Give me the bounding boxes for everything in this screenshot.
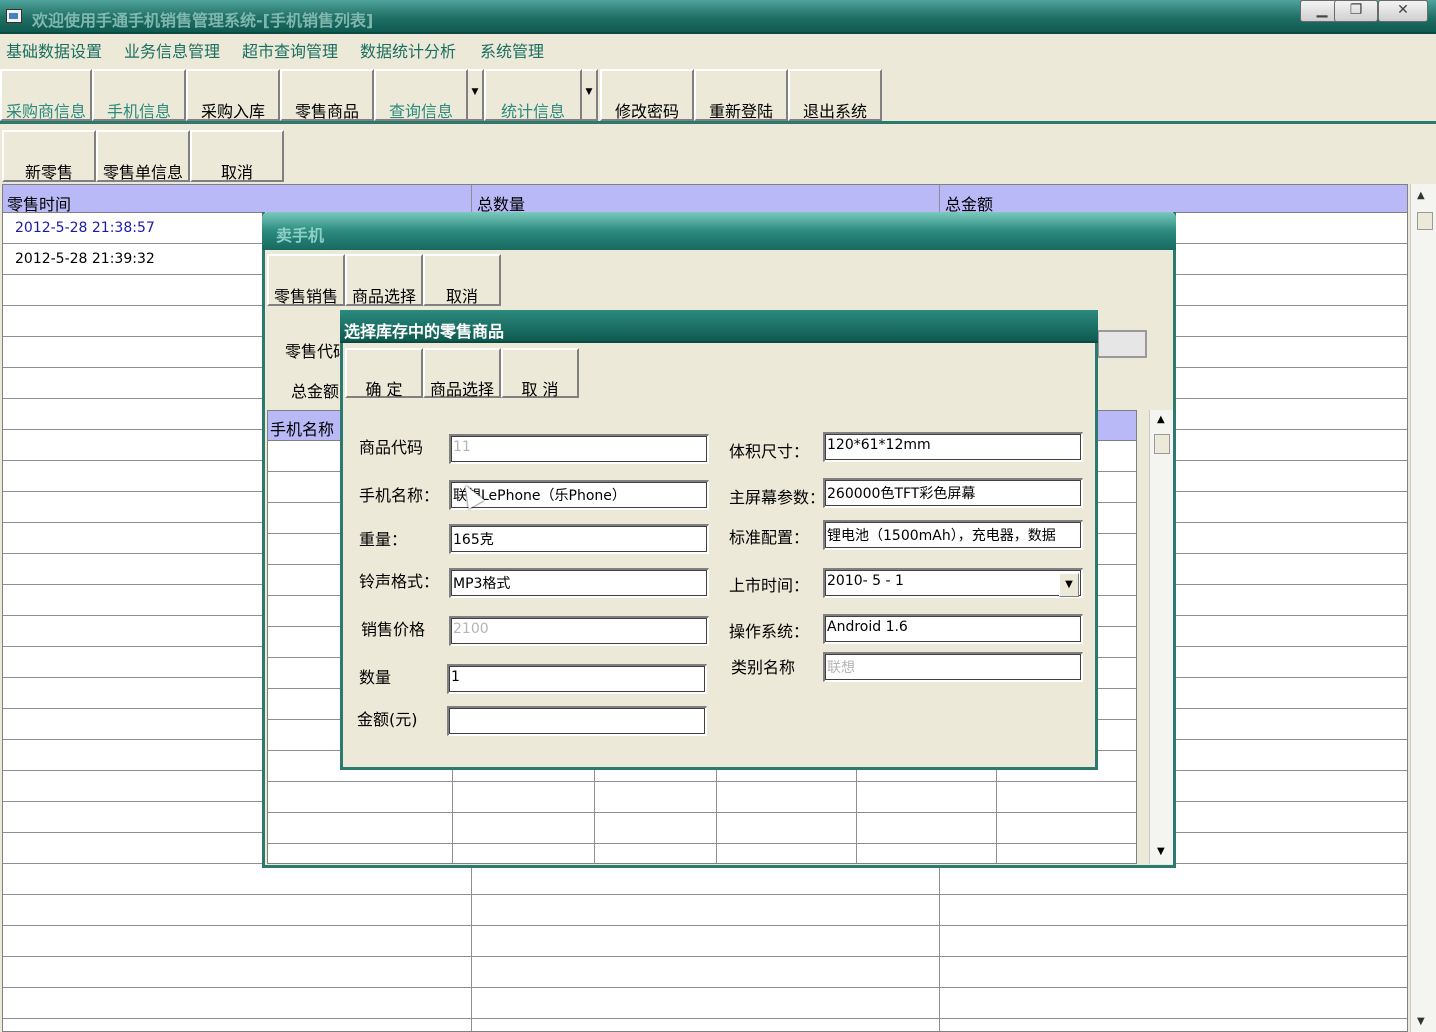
config-label: 标准配置：: [729, 528, 810, 547]
menu-statistics[interactable]: 数据统计分析: [360, 38, 456, 62]
title-bar: 欢迎使用手通手机销售管理系统-[手机销售列表] ▁ ❐ ✕: [0, 0, 1436, 34]
table-row[interactable]: [3, 957, 1407, 988]
close-icon[interactable]: ✕: [1378, 0, 1428, 22]
app-icon: [6, 9, 22, 23]
sell-grid-scrollbar[interactable]: ▲ ▼: [1149, 410, 1173, 864]
scroll-thumb[interactable]: [1417, 212, 1433, 230]
menu-business-info[interactable]: 业务信息管理: [124, 38, 220, 62]
relogin-button[interactable]: 重新登陆: [694, 69, 788, 121]
chevron-down-icon[interactable]: ▼: [1059, 573, 1079, 597]
menu-bar: 基础数据设置 业务信息管理 超市查询管理 数据统计分析 系统管理: [0, 34, 1436, 62]
launch-label: 上市时间：: [729, 576, 810, 595]
product-select-button[interactable]: 商品选择: [345, 254, 423, 306]
restore-icon[interactable]: ❐: [1334, 0, 1378, 22]
sell-window-titlebar: 卖手机: [262, 212, 1176, 250]
window-title: 欢迎使用手通手机销售管理系统-[手机销售列表]: [32, 11, 374, 30]
category-field[interactable]: 联想: [823, 652, 1083, 682]
exit-button[interactable]: 退出系统: [788, 69, 882, 121]
price-field[interactable]: 2100: [449, 616, 709, 646]
os-label: 操作系统：: [729, 622, 810, 641]
category-label: 类别名称: [731, 658, 796, 677]
sell-window-title: 卖手机: [276, 226, 325, 245]
table-row[interactable]: [268, 813, 1136, 844]
col-phone-name[interactable]: 手机名称: [270, 416, 334, 440]
menu-query[interactable]: 超市查询管理: [242, 38, 338, 62]
phone-info-button[interactable]: 手机信息: [92, 69, 186, 121]
quantity-label: 数量: [359, 668, 392, 687]
scroll-down-icon[interactable]: ▼: [1157, 846, 1165, 857]
supplier-info-button[interactable]: 采购商信息: [0, 69, 92, 121]
dialog-product-select-button[interactable]: 商品选择: [423, 348, 501, 399]
stats-dropdown-icon[interactable]: ▼: [582, 69, 598, 121]
weight-label: 重量：: [359, 530, 408, 549]
ringtone-field[interactable]: MP3格式: [449, 568, 709, 598]
retail-code-field[interactable]: [1097, 330, 1147, 358]
retail-goods-button[interactable]: 零售商品: [280, 69, 374, 121]
stats-info-button[interactable]: 统计信息: [484, 69, 582, 121]
weight-field[interactable]: 165克: [449, 524, 709, 554]
table-row[interactable]: [3, 926, 1407, 957]
amount-label: 金额(元): [357, 710, 418, 729]
retail-time-cell: 2012-5-28 21:39:32: [15, 251, 155, 267]
scroll-up-icon[interactable]: ▲: [1157, 414, 1165, 425]
retail-time-cell: 2012-5-28 21:38:57: [15, 220, 155, 236]
scroll-thumb[interactable]: [1154, 434, 1170, 454]
size-field[interactable]: 120*61*12mm: [823, 432, 1083, 462]
launch-date-combo[interactable]: 2010- 5 - 1 ▼: [823, 568, 1083, 598]
ringtone-label: 铃声格式：: [359, 572, 440, 591]
select-product-dialog: 选择库存中的零售商品 确 定 商品选择 取 消 商品代码 11 手机名称： 联想…: [340, 310, 1098, 770]
table-row[interactable]: [3, 895, 1407, 926]
menu-system[interactable]: 系统管理: [480, 38, 544, 62]
col-retail-time[interactable]: 零售时间: [7, 191, 71, 215]
query-info-button[interactable]: 查询信息: [374, 69, 468, 121]
grid-header: 零售时间 总数量 总金额: [3, 185, 1407, 215]
phone-name-field[interactable]: 联想LePhone（乐Phone）: [449, 480, 709, 510]
quantity-field[interactable]: 1: [447, 664, 707, 694]
menu-basic-data[interactable]: 基础数据设置: [6, 38, 102, 62]
dialog-cancel-button[interactable]: 取 消: [501, 348, 579, 399]
price-label: 销售价格: [361, 620, 426, 639]
screen-label: 主屏幕参数：: [729, 488, 826, 507]
sell-cancel-button[interactable]: 取消: [423, 254, 501, 306]
confirm-button[interactable]: 确 定: [345, 348, 423, 399]
dialog-title: 选择库存中的零售商品: [344, 322, 505, 341]
amount-field[interactable]: [447, 706, 707, 736]
config-field[interactable]: 锂电池（1500mAh），充电器，数据: [823, 520, 1083, 550]
scroll-up-icon[interactable]: ▲: [1417, 190, 1425, 201]
change-password-button[interactable]: 修改密码: [600, 69, 694, 121]
product-code-field[interactable]: 11: [449, 434, 709, 464]
table-row[interactable]: [3, 864, 1407, 895]
size-label: 体积尺寸：: [729, 442, 810, 461]
total-amount-label: 总金额: [291, 382, 340, 401]
table-row[interactable]: [3, 988, 1407, 1019]
launch-date-value: 2010- 5 - 1: [827, 573, 904, 589]
grid-scrollbar[interactable]: ▲ ▼: [1410, 184, 1436, 1032]
query-dropdown-icon[interactable]: ▼: [468, 69, 484, 121]
os-field[interactable]: Android 1.6: [823, 614, 1083, 644]
screen-field[interactable]: 260000色TFT彩色屏幕: [823, 478, 1083, 508]
scroll-down-icon[interactable]: ▼: [1417, 1016, 1425, 1027]
retail-order-button[interactable]: 零售单信息: [96, 130, 190, 182]
purchase-in-button[interactable]: 采购入库: [186, 69, 280, 121]
table-row[interactable]: [268, 844, 1136, 863]
phone-name-label: 手机名称：: [359, 486, 440, 505]
main-toolbar: 采购商信息 手机信息 采购入库 零售商品 查询信息 ▼ 统计信息 ▼ 修改密码 …: [0, 66, 1436, 124]
dialog-titlebar: 选择库存中的零售商品: [340, 310, 1098, 343]
cancel-button[interactable]: 取消: [190, 130, 284, 182]
table-row[interactable]: [268, 782, 1136, 813]
product-code-label: 商品代码: [359, 438, 424, 457]
retail-sale-button[interactable]: 零售销售: [267, 254, 345, 306]
new-retail-button[interactable]: 新零售: [2, 130, 96, 182]
